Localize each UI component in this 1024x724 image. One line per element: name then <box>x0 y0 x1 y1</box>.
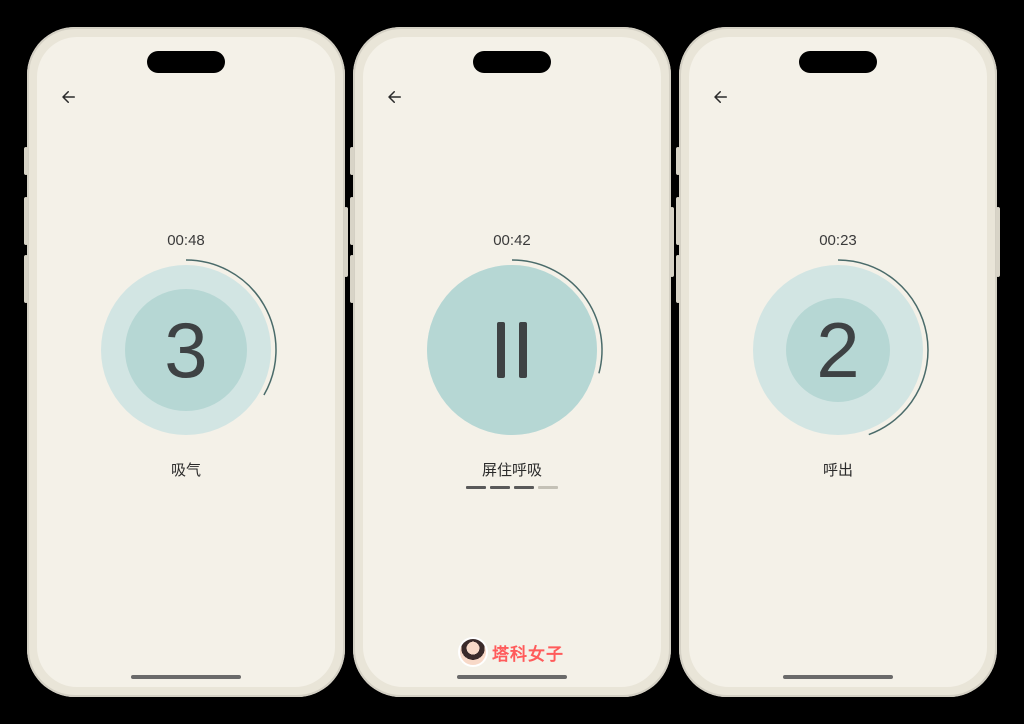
timer-text: 00:48 <box>167 232 205 249</box>
inner-circle <box>427 265 597 435</box>
breathing-circle[interactable]: 2 <box>743 255 933 445</box>
back-button[interactable] <box>57 85 81 109</box>
watermark: 塔科女子 <box>460 639 564 665</box>
home-indicator[interactable] <box>783 675 893 679</box>
watermark-avatar-icon <box>460 639 486 665</box>
breathing-circle[interactable]: 3 <box>91 255 281 445</box>
phone-mockup: 00:48 3 吸气 <box>27 27 345 697</box>
back-button[interactable] <box>709 85 733 109</box>
countdown-number: 3 <box>164 311 207 389</box>
phone-mockup: 00:42 屏住呼吸 塔科女子 <box>353 27 671 697</box>
back-button[interactable] <box>383 85 407 109</box>
phase-label: 呼出 <box>823 459 853 480</box>
phase-label: 屏住呼吸 <box>482 459 542 480</box>
breathing-content: 00:42 屏住呼吸 <box>363 232 661 489</box>
phone-mockup: 00:23 2 呼出 <box>679 27 997 697</box>
notch <box>799 51 877 73</box>
notch <box>473 51 551 73</box>
inner-circle: 3 <box>125 289 247 411</box>
screen: 00:42 屏住呼吸 塔科女子 <box>363 37 661 687</box>
breathing-content: 00:48 3 吸气 <box>37 232 335 480</box>
breathing-circle[interactable] <box>417 255 607 445</box>
phase-progress-dashes <box>466 486 558 489</box>
arrow-left-icon <box>712 88 730 106</box>
timer-text: 00:42 <box>493 232 531 249</box>
pause-icon <box>497 322 527 378</box>
countdown-number: 2 <box>816 311 859 389</box>
arrow-left-icon <box>386 88 404 106</box>
arrow-left-icon <box>60 88 78 106</box>
home-indicator[interactable] <box>131 675 241 679</box>
breathing-content: 00:23 2 呼出 <box>689 232 987 480</box>
home-indicator[interactable] <box>457 675 567 679</box>
notch <box>147 51 225 73</box>
watermark-text: 塔科女子 <box>492 640 564 665</box>
phase-label: 吸气 <box>171 459 201 480</box>
timer-text: 00:23 <box>819 232 857 249</box>
screen: 00:48 3 吸气 <box>37 37 335 687</box>
inner-circle: 2 <box>786 298 890 402</box>
screen: 00:23 2 呼出 <box>689 37 987 687</box>
